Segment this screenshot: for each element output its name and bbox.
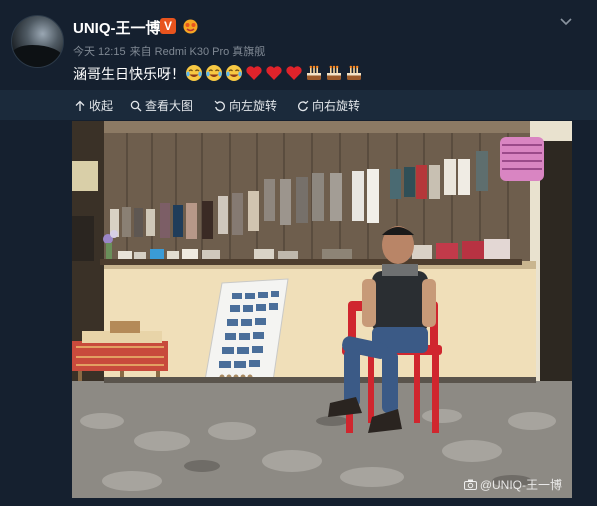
chevron-down-icon[interactable] <box>558 14 574 30</box>
cake-icon <box>327 65 341 80</box>
camera-icon <box>463 479 477 490</box>
rotate-right-label: 向右旋转 <box>312 99 361 113</box>
rotate-left-label: 向左旋转 <box>229 99 278 113</box>
rotate-right-button[interactable]: 向右旋转 <box>297 97 360 114</box>
verified-badge[interactable]: V <box>160 18 176 34</box>
heart-icon <box>246 66 262 80</box>
username[interactable]: UNIQ-王一博 <box>73 17 161 38</box>
emoji-row <box>185 64 363 82</box>
laugh-tears-emoji-icon <box>206 65 222 81</box>
heart-icon <box>286 66 302 80</box>
member-icon[interactable] <box>182 18 199 34</box>
watermark-text: @UNIQ-王一博 <box>479 478 562 492</box>
avatar[interactable] <box>11 15 64 68</box>
rotate-left-button[interactable]: 向左旋转 <box>214 97 277 114</box>
post-meta: 今天 12:15 来自 Redmi K30 Pro 真旗舰 <box>73 43 269 59</box>
laugh-tears-emoji-icon <box>226 65 242 81</box>
view-large-label: 查看大图 <box>145 99 194 113</box>
post-photo[interactable]: @UNIQ-王一博 <box>72 121 572 498</box>
image-toolbar: 收起 查看大图 向左旋转 向右旋转 <box>0 90 597 120</box>
collapse-arrow-icon <box>75 100 85 111</box>
heart-icon <box>266 66 282 80</box>
photo-watermark: @UNIQ-王一博 <box>463 476 562 493</box>
magnifier-icon <box>130 100 142 111</box>
collapse-button[interactable]: 收起 <box>74 97 113 114</box>
collapse-label: 收起 <box>89 99 114 113</box>
view-large-button[interactable]: 查看大图 <box>130 97 193 114</box>
cake-icon <box>307 65 321 80</box>
rotate-left-icon <box>214 100 225 111</box>
post-header: UNIQ-王一博 V 今天 12:15 来自 Redmi K30 Pro 真旗舰 … <box>0 0 597 90</box>
photo-illustration <box>72 121 572 498</box>
post-text: 涵哥生日快乐呀！ <box>73 67 185 83</box>
cake-icon <box>347 65 361 80</box>
laugh-tears-emoji-icon <box>186 65 202 81</box>
post-time[interactable]: 今天 12:15 <box>73 46 126 58</box>
post-source: 来自 Redmi K30 Pro 真旗舰 <box>129 46 266 58</box>
rotate-right-icon <box>298 100 309 111</box>
